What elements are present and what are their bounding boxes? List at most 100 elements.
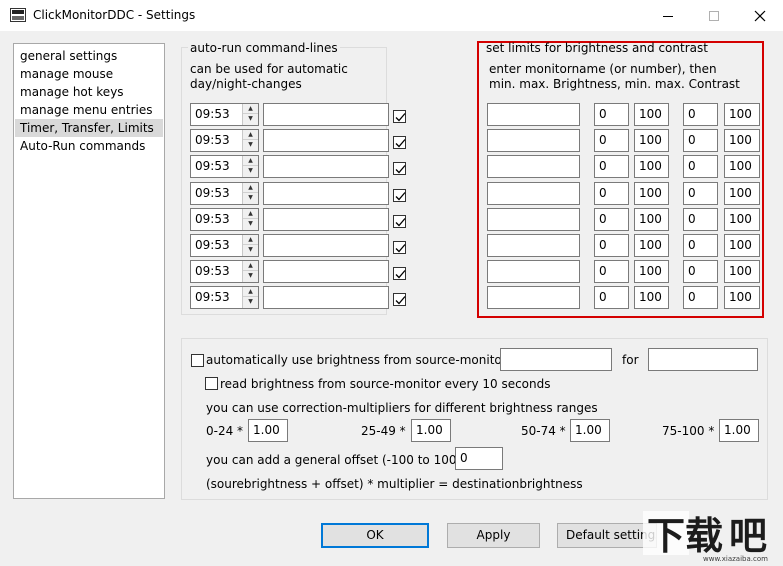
- time-spinner[interactable]: ▲ ▼: [242, 183, 258, 204]
- nav-item[interactable]: manage menu entries: [15, 101, 163, 119]
- min-brightness-field[interactable]: 0: [594, 286, 629, 309]
- autorun-enabled-checkbox[interactable]: [393, 267, 406, 280]
- offset-field[interactable]: 0: [455, 447, 503, 470]
- apply-button[interactable]: Apply: [447, 523, 540, 548]
- autorun-time-field[interactable]: 09:53 ▲ ▼: [190, 155, 259, 178]
- read-every-checkbox[interactable]: [205, 377, 218, 390]
- max-brightness-field[interactable]: 100: [634, 260, 669, 283]
- spin-down-icon[interactable]: ▼: [243, 193, 258, 203]
- min-brightness-field[interactable]: 0: [594, 182, 629, 205]
- nav-item[interactable]: general settings: [15, 47, 163, 65]
- max-brightness-field[interactable]: 100: [634, 182, 669, 205]
- min-brightness-field[interactable]: 0: [594, 103, 629, 126]
- max-contrast-field[interactable]: 100: [724, 155, 760, 178]
- autorun-enabled-checkbox[interactable]: [393, 189, 406, 202]
- min-contrast-field[interactable]: 0: [683, 286, 718, 309]
- time-spinner[interactable]: ▲ ▼: [242, 130, 258, 151]
- spin-up-icon[interactable]: ▲: [243, 156, 258, 166]
- min-brightness-field[interactable]: 0: [594, 234, 629, 257]
- min-contrast-field[interactable]: 0: [683, 260, 718, 283]
- autorun-command-field[interactable]: [263, 103, 389, 126]
- autorun-enabled-checkbox[interactable]: [393, 215, 406, 228]
- autorun-time-field[interactable]: 09:53 ▲ ▼: [190, 103, 259, 126]
- time-spinner[interactable]: ▲ ▼: [242, 104, 258, 125]
- min-contrast-field[interactable]: 0: [683, 208, 718, 231]
- spin-down-icon[interactable]: ▼: [243, 114, 258, 124]
- range-50-74-multiplier[interactable]: 1.00: [570, 419, 610, 442]
- nav-item[interactable]: Auto-Run commands: [15, 137, 163, 155]
- spin-down-icon[interactable]: ▼: [243, 219, 258, 229]
- limits-monitor-field[interactable]: [487, 155, 580, 178]
- min-contrast-field[interactable]: 0: [683, 234, 718, 257]
- nav-item[interactable]: manage mouse: [15, 65, 163, 83]
- spin-down-icon[interactable]: ▼: [243, 245, 258, 255]
- autorun-command-field[interactable]: [263, 182, 389, 205]
- autorun-time-field[interactable]: 09:53 ▲ ▼: [190, 182, 259, 205]
- min-brightness-field[interactable]: 0: [594, 155, 629, 178]
- range-25-49-multiplier[interactable]: 1.00: [411, 419, 451, 442]
- source-monitor-field[interactable]: [500, 348, 612, 371]
- max-contrast-field[interactable]: 100: [724, 129, 760, 152]
- time-spinner[interactable]: ▲ ▼: [242, 156, 258, 177]
- spin-up-icon[interactable]: ▲: [243, 209, 258, 219]
- spin-up-icon[interactable]: ▲: [243, 104, 258, 114]
- spin-down-icon[interactable]: ▼: [243, 166, 258, 176]
- autorun-enabled-checkbox[interactable]: [393, 293, 406, 306]
- autorun-time-field[interactable]: 09:53 ▲ ▼: [190, 234, 259, 257]
- autorun-command-field[interactable]: [263, 129, 389, 152]
- max-contrast-field[interactable]: 100: [724, 234, 760, 257]
- minimize-button[interactable]: [645, 0, 691, 31]
- nav-item[interactable]: manage hot keys: [15, 83, 163, 101]
- spin-down-icon[interactable]: ▼: [243, 271, 258, 281]
- min-contrast-field[interactable]: 0: [683, 155, 718, 178]
- time-spinner[interactable]: ▲ ▼: [242, 261, 258, 282]
- spin-down-icon[interactable]: ▼: [243, 297, 258, 307]
- min-contrast-field[interactable]: 0: [683, 129, 718, 152]
- spin-down-icon[interactable]: ▼: [243, 140, 258, 150]
- ok-button[interactable]: OK: [321, 523, 429, 548]
- max-brightness-field[interactable]: 100: [634, 155, 669, 178]
- min-brightness-field[interactable]: 0: [594, 260, 629, 283]
- limits-monitor-field[interactable]: [487, 260, 580, 283]
- max-contrast-field[interactable]: 100: [724, 286, 760, 309]
- autorun-time-field[interactable]: 09:53 ▲ ▼: [190, 286, 259, 309]
- maximize-button[interactable]: [691, 0, 737, 31]
- max-contrast-field[interactable]: 100: [724, 260, 760, 283]
- spin-up-icon[interactable]: ▲: [243, 235, 258, 245]
- close-button[interactable]: [737, 0, 783, 31]
- range-0-24-multiplier[interactable]: 1.00: [248, 419, 288, 442]
- autorun-enabled-checkbox[interactable]: [393, 241, 406, 254]
- max-brightness-field[interactable]: 100: [634, 129, 669, 152]
- max-contrast-field[interactable]: 100: [724, 103, 760, 126]
- min-contrast-field[interactable]: 0: [683, 103, 718, 126]
- time-spinner[interactable]: ▲ ▼: [242, 209, 258, 230]
- autorun-time-field[interactable]: 09:53 ▲ ▼: [190, 260, 259, 283]
- nav-item[interactable]: Timer, Transfer, Limits: [15, 119, 163, 137]
- autorun-command-field[interactable]: [263, 260, 389, 283]
- autorun-command-field[interactable]: [263, 234, 389, 257]
- limits-monitor-field[interactable]: [487, 208, 580, 231]
- time-spinner[interactable]: ▲ ▼: [242, 235, 258, 256]
- autorun-enabled-checkbox[interactable]: [393, 136, 406, 149]
- auto-brightness-checkbox[interactable]: [191, 354, 204, 367]
- min-brightness-field[interactable]: 0: [594, 208, 629, 231]
- autorun-command-field[interactable]: [263, 155, 389, 178]
- autorun-time-field[interactable]: 09:53 ▲ ▼: [190, 129, 259, 152]
- min-brightness-field[interactable]: 0: [594, 129, 629, 152]
- limits-monitor-field[interactable]: [487, 103, 580, 126]
- spin-up-icon[interactable]: ▲: [243, 261, 258, 271]
- max-brightness-field[interactable]: 100: [634, 208, 669, 231]
- autorun-enabled-checkbox[interactable]: [393, 162, 406, 175]
- range-75-100-multiplier[interactable]: 1.00: [719, 419, 759, 442]
- autorun-time-field[interactable]: 09:53 ▲ ▼: [190, 208, 259, 231]
- spin-up-icon[interactable]: ▲: [243, 130, 258, 140]
- max-brightness-field[interactable]: 100: [634, 286, 669, 309]
- spin-up-icon[interactable]: ▲: [243, 287, 258, 297]
- settings-nav-list[interactable]: general settings manage mouse manage hot k…: [13, 43, 165, 499]
- limits-monitor-field[interactable]: [487, 234, 580, 257]
- spin-up-icon[interactable]: ▲: [243, 183, 258, 193]
- max-brightness-field[interactable]: 100: [634, 103, 669, 126]
- autorun-enabled-checkbox[interactable]: [393, 110, 406, 123]
- max-contrast-field[interactable]: 100: [724, 208, 760, 231]
- time-spinner[interactable]: ▲ ▼: [242, 287, 258, 308]
